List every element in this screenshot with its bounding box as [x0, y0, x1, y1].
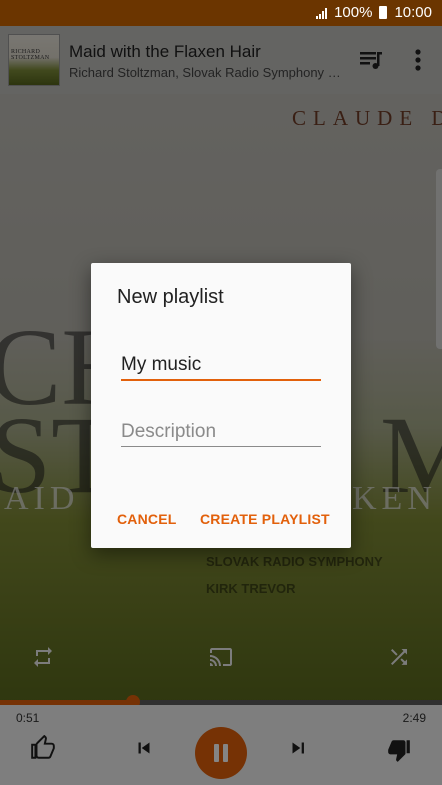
cancel-button[interactable]: CANCEL [117, 511, 177, 527]
battery-icon [379, 6, 388, 19]
create-playlist-button[interactable]: CREATE PLAYLIST [200, 511, 330, 527]
battery-percent: 100% [334, 4, 373, 21]
status-bar: 100% 10:00 [0, 0, 442, 26]
playlist-name-input[interactable] [121, 351, 321, 381]
signal-icon [316, 7, 328, 19]
new-playlist-dialog: New playlist CANCEL CREATE PLAYLIST [91, 263, 351, 548]
playlist-description-input[interactable] [121, 417, 321, 447]
clock: 10:00 [394, 4, 432, 21]
dialog-title: New playlist [117, 286, 224, 308]
